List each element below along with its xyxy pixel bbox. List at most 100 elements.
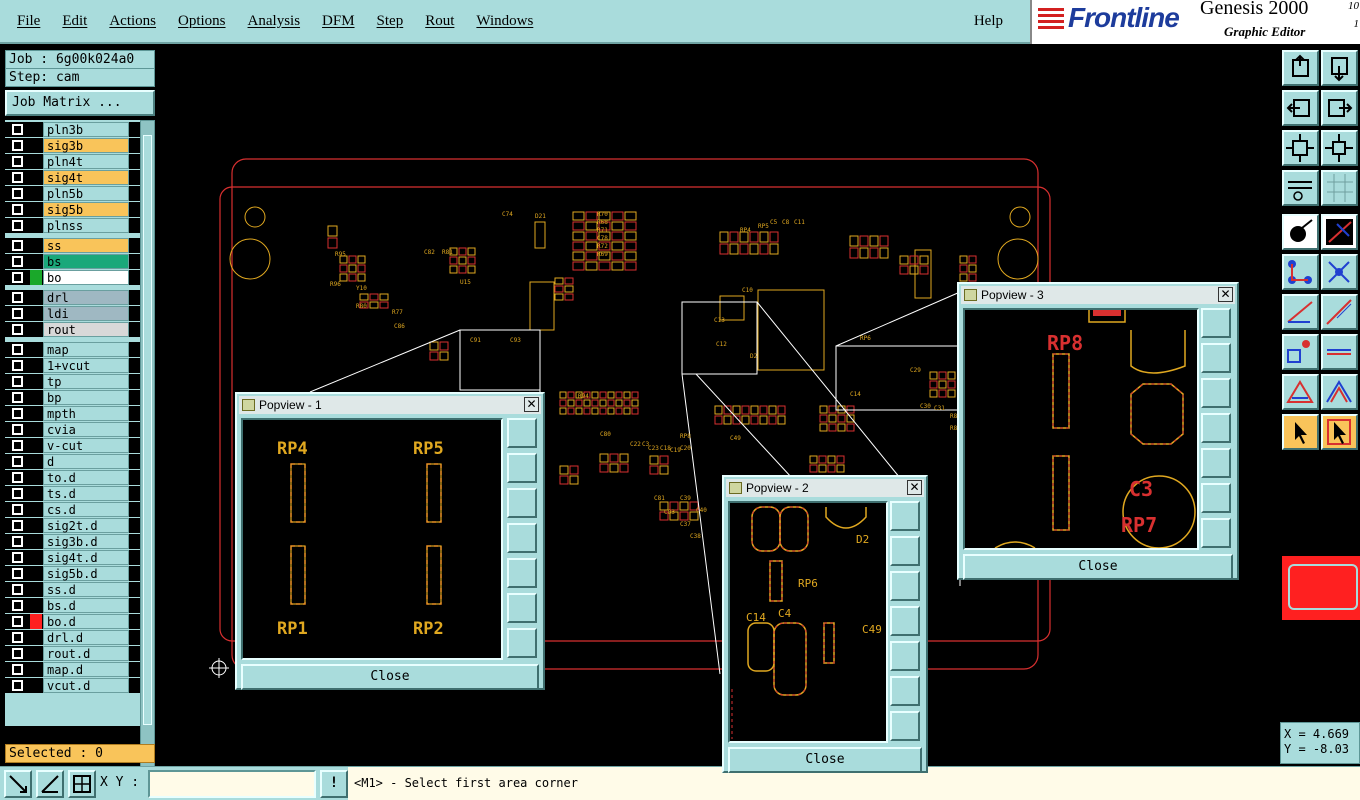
popview-zoom-out-icon[interactable]	[507, 628, 537, 658]
layer-name[interactable]: ts.d	[43, 486, 129, 501]
layer-row-pln5b[interactable]: pln5b	[5, 186, 140, 201]
pad-icon[interactable]	[1282, 334, 1319, 370]
popview-zoom-out-icon[interactable]	[1201, 518, 1231, 548]
layer-row-d[interactable]: d	[5, 454, 140, 469]
cross-icon[interactable]	[1321, 254, 1358, 290]
layer-row-sig3b.d[interactable]: sig3b.d	[5, 534, 140, 549]
layer-checkbox[interactable]	[12, 272, 23, 283]
zoom-home-icon[interactable]	[1282, 50, 1319, 86]
horizontal-line-icon[interactable]	[1321, 334, 1358, 370]
popview-pan-down-icon[interactable]	[1201, 378, 1231, 408]
layer-name[interactable]: pln3b	[43, 122, 129, 137]
job-matrix-button[interactable]: Job Matrix ...	[5, 90, 155, 116]
layer-row-sig5b[interactable]: sig5b	[5, 202, 140, 217]
layer-name[interactable]: rout	[43, 322, 129, 337]
measure-icon[interactable]	[1282, 170, 1319, 206]
layer-checkbox[interactable]	[12, 344, 23, 355]
layer-name[interactable]: plnss	[43, 218, 129, 233]
popview-pan-up-icon[interactable]	[890, 536, 920, 566]
triangle-icon[interactable]	[1282, 374, 1319, 410]
layer-checkbox[interactable]	[12, 220, 23, 231]
popview-2-viewport[interactable]: D2 RP6 C4 C14 C49	[728, 501, 888, 743]
layer-name[interactable]: mpth	[43, 406, 129, 421]
net-icon[interactable]	[1282, 254, 1319, 290]
overview-map[interactable]	[1282, 556, 1360, 620]
feature-select-icon[interactable]	[1282, 214, 1319, 250]
layer-name[interactable]: 1+vcut	[43, 358, 129, 373]
layer-name[interactable]: sig3b.d	[43, 534, 129, 549]
layer-row-ts.d[interactable]: ts.d	[5, 486, 140, 501]
layer-checkbox[interactable]	[12, 664, 23, 675]
popview-pan-down-icon[interactable]	[507, 488, 537, 518]
layer-row-rout[interactable]: rout	[5, 322, 140, 337]
menu-file[interactable]: File	[6, 13, 51, 30]
layer-row-bo.d[interactable]: bo.d	[5, 614, 140, 629]
diagonal-icon[interactable]	[1321, 294, 1358, 330]
menu-step[interactable]: Step	[366, 13, 415, 30]
layer-row-bp[interactable]: bp	[5, 390, 140, 405]
layer-row-1+vcut[interactable]: 1+vcut	[5, 358, 140, 373]
layer-checkbox[interactable]	[12, 504, 23, 515]
layer-row-drl.d[interactable]: drl.d	[5, 630, 140, 645]
popview-pan-left-icon[interactable]	[507, 523, 537, 553]
layer-checkbox[interactable]	[12, 648, 23, 659]
layer-row-sig5b.d[interactable]: sig5b.d	[5, 566, 140, 581]
layer-checkbox[interactable]	[12, 552, 23, 563]
menu-edit[interactable]: Edit	[51, 13, 98, 30]
layer-checkbox[interactable]	[12, 124, 23, 135]
layer-row-ldi[interactable]: ldi	[5, 306, 140, 321]
layer-name[interactable]: sig5b.d	[43, 566, 129, 581]
layer-row-bs.d[interactable]: bs.d	[5, 598, 140, 613]
grid-snap-icon[interactable]	[68, 770, 96, 798]
layer-checkbox[interactable]	[12, 376, 23, 387]
layer-row-bs[interactable]: bs	[5, 254, 140, 269]
layer-checkbox[interactable]	[12, 172, 23, 183]
layer-name[interactable]: sig3b	[43, 138, 129, 153]
layer-checkbox[interactable]	[12, 204, 23, 215]
layer-checkbox[interactable]	[12, 408, 23, 419]
layer-name[interactable]: ss.d	[43, 582, 129, 597]
zoom-in-icon[interactable]	[1282, 130, 1319, 166]
menu-rout[interactable]: Rout	[414, 13, 465, 30]
layer-row-cvia[interactable]: cvia	[5, 422, 140, 437]
pan-right-icon[interactable]	[1321, 90, 1358, 126]
layer-row-bo[interactable]: bo	[5, 270, 140, 285]
popview-zoom-home-icon[interactable]	[1201, 308, 1231, 338]
layer-row-v-cut[interactable]: v-cut	[5, 438, 140, 453]
layer-checkbox[interactable]	[12, 536, 23, 547]
snap-icon[interactable]	[4, 770, 32, 798]
scrollbar-thumb[interactable]	[143, 135, 152, 725]
line-draw-icon[interactable]	[1321, 214, 1358, 250]
triangle-outline-icon[interactable]	[1321, 374, 1358, 410]
layer-name[interactable]: bo.d	[43, 614, 129, 629]
layer-checkbox[interactable]	[12, 188, 23, 199]
layer-checkbox[interactable]	[12, 392, 23, 403]
popview-2-close-x-icon[interactable]: ✕	[907, 480, 922, 495]
layer-name[interactable]: ss	[43, 238, 129, 253]
layer-row-plnss[interactable]: plnss	[5, 218, 140, 233]
layer-name[interactable]: sig5b	[43, 202, 129, 217]
layer-checkbox[interactable]	[12, 520, 23, 531]
layer-checkbox[interactable]	[12, 680, 23, 691]
angle-icon[interactable]	[1282, 294, 1319, 330]
layer-row-pln4t[interactable]: pln4t	[5, 154, 140, 169]
popview-zoom-home-icon[interactable]	[507, 418, 537, 448]
popview-1-close-button[interactable]: Close	[241, 664, 539, 690]
popview-zoom-in-icon[interactable]	[890, 676, 920, 706]
popview-pan-right-icon[interactable]	[1201, 448, 1231, 478]
popview-zoom-in-icon[interactable]	[1201, 483, 1231, 513]
layer-name[interactable]: bo	[43, 270, 129, 285]
menu-dfm[interactable]: DFM	[311, 13, 366, 30]
layer-name[interactable]: sig4t.d	[43, 550, 129, 565]
layer-name[interactable]: v-cut	[43, 438, 129, 453]
layer-name[interactable]: cvia	[43, 422, 129, 437]
layer-name[interactable]: bs.d	[43, 598, 129, 613]
layer-row-to.d[interactable]: to.d	[5, 470, 140, 485]
layer-name[interactable]: sig4t	[43, 170, 129, 185]
layer-name[interactable]: tp	[43, 374, 129, 389]
layer-checkbox[interactable]	[12, 140, 23, 151]
layer-name[interactable]: bs	[43, 254, 129, 269]
xy-input[interactable]	[148, 770, 316, 798]
layer-checkbox[interactable]	[12, 584, 23, 595]
menu-analysis[interactable]: Analysis	[237, 13, 312, 30]
